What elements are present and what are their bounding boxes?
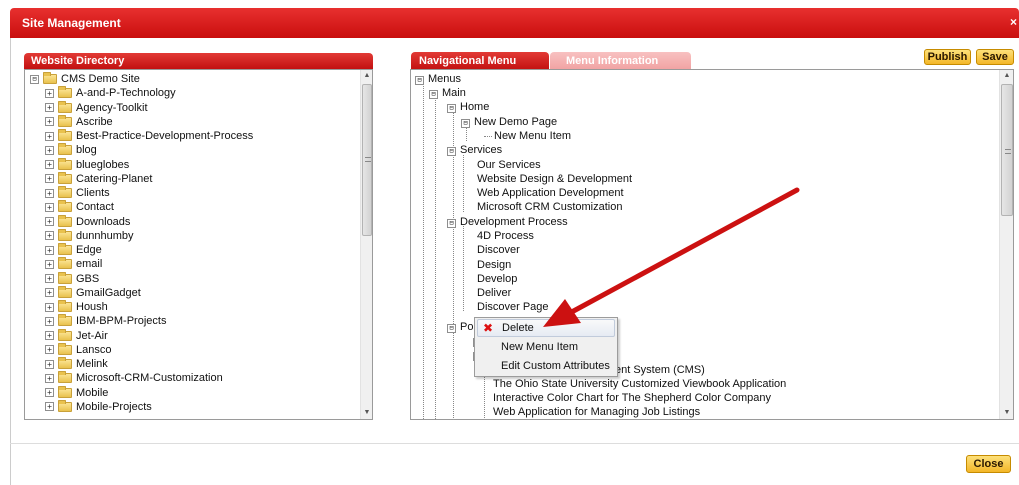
annotation-arrow-icon bbox=[543, 187, 800, 327]
arrow-head bbox=[543, 299, 581, 327]
close-button[interactable]: Close bbox=[966, 455, 1011, 473]
arrow-shaft bbox=[565, 187, 800, 317]
footer-divider bbox=[10, 443, 1019, 444]
